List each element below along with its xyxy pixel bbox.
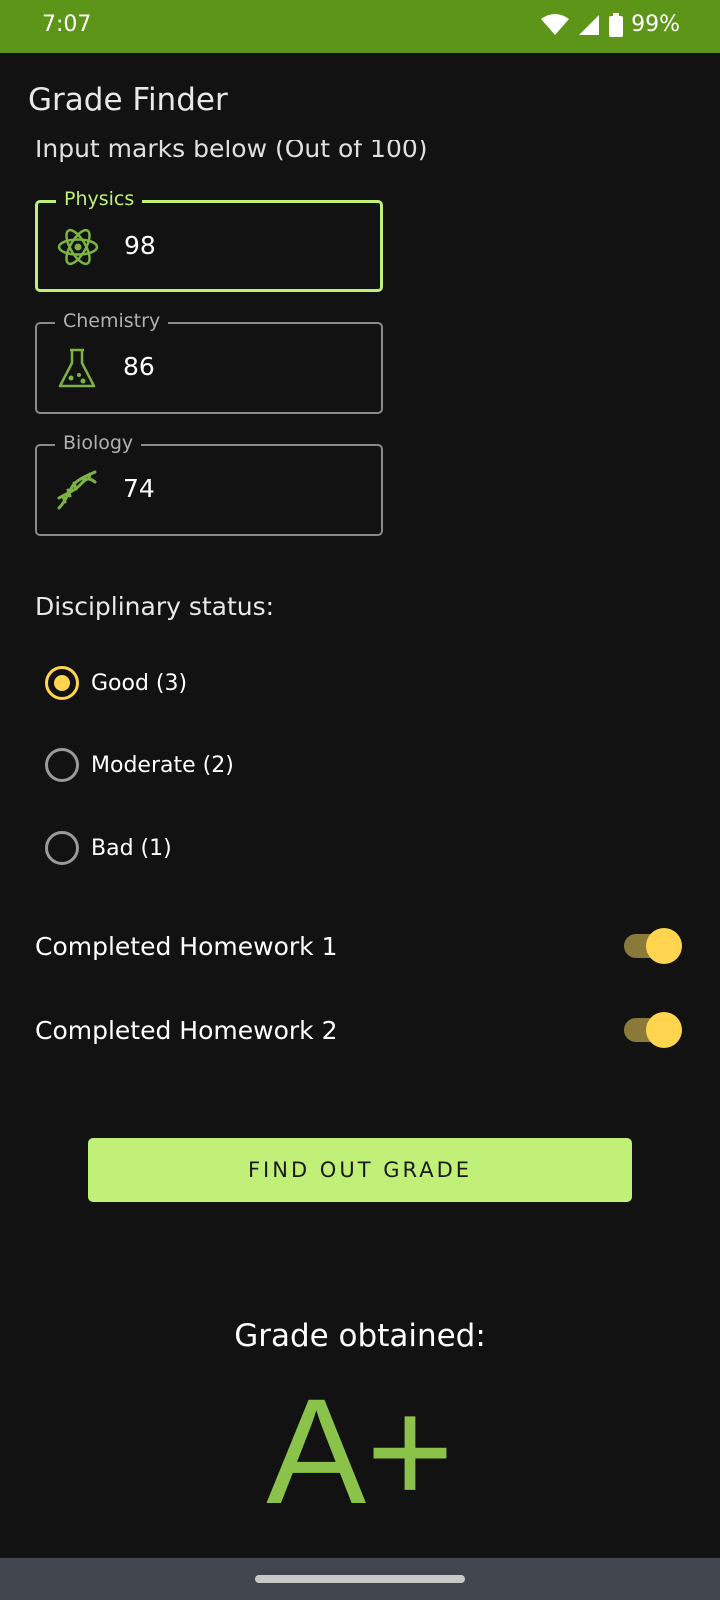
status-bar: 7:07 99% [0, 0, 720, 53]
chemistry-field-label: Chemistry [55, 310, 169, 332]
physics-field-label: Physics [56, 188, 143, 210]
switch-thumb [646, 1012, 682, 1048]
physics-field[interactable]: Physics [35, 188, 383, 292]
radio-label: Moderate (2) [91, 752, 234, 778]
homework-2-label: Completed Homework 2 [35, 1015, 338, 1045]
chemistry-input[interactable] [123, 352, 343, 381]
scroll-content[interactable]: Input marks below (Out of 100) Physics C… [0, 140, 720, 1520]
radio-good[interactable]: Good (3) [45, 666, 187, 700]
home-handle[interactable] [255, 1575, 465, 1583]
switch-thumb [646, 928, 682, 964]
battery-percent: 99% [631, 12, 680, 37]
homework-2-row: Completed Homework 2 [35, 1012, 682, 1048]
navigation-bar [0, 1558, 720, 1600]
chemistry-field[interactable]: Chemistry [35, 310, 383, 414]
flask-icon [58, 348, 96, 388]
wifi-icon [541, 13, 570, 35]
physics-input[interactable] [124, 231, 344, 260]
battery-icon [609, 12, 624, 37]
disciplinary-status-label: Disciplinary status: [35, 592, 275, 621]
radio-button[interactable] [45, 748, 79, 782]
radio-button[interactable] [45, 831, 79, 865]
dna-icon [57, 470, 97, 510]
status-time: 7:07 [42, 12, 92, 37]
radio-button-checked[interactable] [45, 666, 79, 700]
find-out-grade-button[interactable]: FIND OUT GRADE [88, 1138, 632, 1202]
radio-label: Good (3) [91, 670, 188, 696]
instructions-label: Input marks below (Out of 100) [35, 140, 428, 163]
homework-2-switch[interactable] [622, 1012, 682, 1048]
homework-1-switch[interactable] [622, 928, 682, 964]
biology-field[interactable]: Biology [35, 432, 383, 536]
homework-1-row: Completed Homework 1 [35, 928, 682, 964]
atom-icon [57, 228, 99, 266]
status-icons: 99% [541, 12, 680, 37]
biology-input[interactable] [123, 474, 343, 503]
radio-bad[interactable]: Bad (1) [45, 831, 172, 865]
radio-label: Bad (1) [91, 835, 172, 861]
signal-icon [579, 14, 600, 35]
grade-value: A+ [266, 1367, 454, 1520]
grade-heading: Grade obtained: [234, 1318, 486, 1354]
app-title: Grade Finder [28, 82, 228, 118]
biology-field-label: Biology [55, 432, 142, 454]
radio-moderate[interactable]: Moderate (2) [45, 748, 234, 782]
homework-1-label: Completed Homework 1 [35, 931, 338, 961]
